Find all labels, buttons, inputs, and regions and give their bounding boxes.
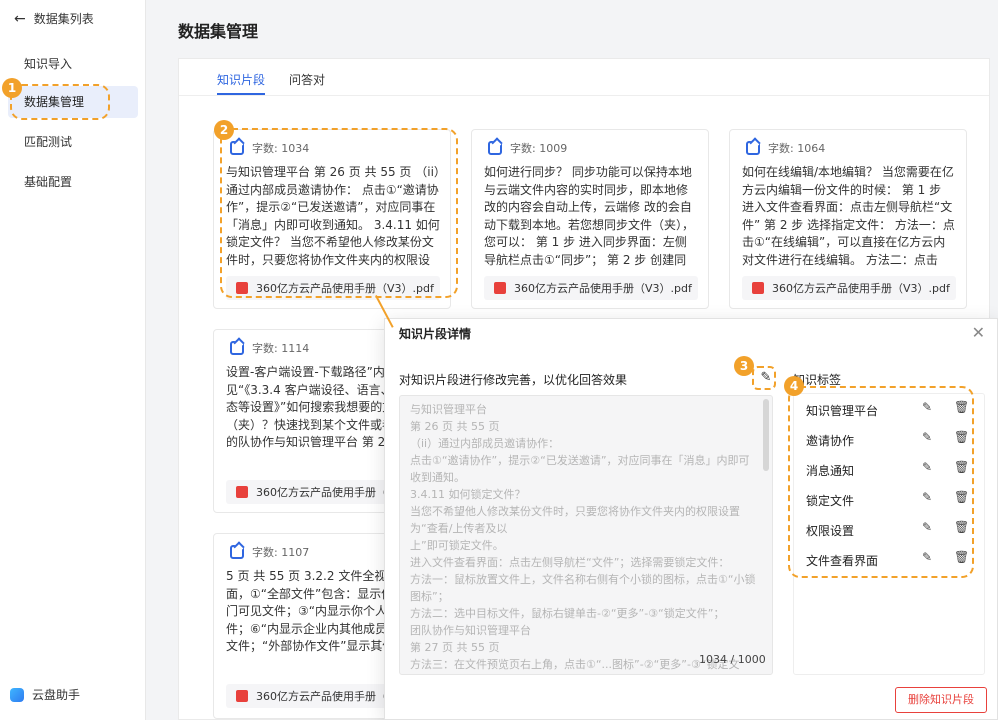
fragment-line: 团队协作与知识管理平台 <box>410 624 531 637</box>
highlight-outline <box>10 84 110 120</box>
word-count: 字数: 1064 <box>768 142 826 155</box>
char-counter: 1034 / 1000 <box>699 653 766 666</box>
assistant-icon <box>10 687 24 702</box>
step-marker: 3 <box>734 356 754 376</box>
card-header: 字数: 1064 <box>746 140 825 156</box>
card-text: 如何在线编辑/本地编辑？ 当您需要在亿方云内编辑一份文件的时候： 第 1 步 进… <box>742 165 955 267</box>
fragment-line: 与知识管理平台 <box>410 403 487 416</box>
fragment-line: 方法二：选中目标文件，鼠标右键单击-②“更多”-③“锁定文件”； <box>410 607 725 620</box>
delete-fragment-button[interactable]: 删除知识片段 <box>895 687 987 713</box>
dialog-title: 知识片段详情 <box>399 327 472 341</box>
fragment-line: 第 26 页 共 55 页 <box>410 420 500 433</box>
card-header: 字数: 1114 <box>230 340 309 356</box>
tab-knowledge-fragments[interactable]: 知识片段 <box>217 71 265 88</box>
fragment-icon <box>488 141 502 155</box>
arrow-left-icon: ← <box>14 10 26 27</box>
fragment-line: 当您不希望他人修改某份文件时，只要您将协作文件夹内的权限设置为“查看/上传者及以 <box>410 505 740 535</box>
card-text: 如何进行同步？ 同步功能可以保持本地与云端文件内容的实时同步，即本地修改的内容会… <box>484 165 695 267</box>
fragment-textarea[interactable]: 与知识管理平台 第 26 页 共 55 页 （ii）通过内部成员邀请协作： 点击… <box>399 395 773 675</box>
source-file[interactable]: 360亿方云产品使用手册（V3）.pdf <box>742 276 956 300</box>
pdf-icon <box>236 690 248 702</box>
word-count: 字数: 1009 <box>510 142 568 155</box>
sidebar-item-basic-config[interactable]: 基础配置 <box>8 166 138 198</box>
step-marker: 4 <box>784 376 804 396</box>
fragment-line: 3.4.11 如何锁定文件？ <box>410 488 526 501</box>
cloud-assistant[interactable]: 云盘助手 <box>10 686 80 703</box>
fragment-icon <box>746 141 760 155</box>
pdf-icon <box>494 282 506 294</box>
sidebar-item-knowledge-import[interactable]: 知识导入 <box>8 48 138 80</box>
tab-qa-pairs[interactable]: 问答对 <box>289 71 325 88</box>
sidebar-item-match-test[interactable]: 匹配测试 <box>8 126 138 158</box>
word-count: 字数: 1107 <box>252 546 310 559</box>
fragment-line: 点击①“邀请协作”，提示②“已发送邀请”，对应同事在「消息」内即可收到通知。 <box>410 454 750 484</box>
assistant-label: 云盘助手 <box>32 688 81 702</box>
fragment-icon <box>230 341 244 355</box>
fragment-line: 上”即可锁定文件。 <box>410 539 504 552</box>
highlight-outline <box>752 366 776 390</box>
source-file[interactable]: 360亿方云产品使用手册（V3）.pdf <box>484 276 698 300</box>
close-icon[interactable]: ✕ <box>972 323 985 342</box>
knowledge-card[interactable]: 字数: 1009 如何进行同步？ 同步功能可以保持本地与云端文件内容的实时同步，… <box>471 129 709 309</box>
word-count: 字数: 1114 <box>252 342 310 355</box>
file-name: 360亿方云产品使用手册（V3）.pdf <box>772 282 950 295</box>
card-header: 字数: 1107 <box>230 544 309 560</box>
page-title: 数据集管理 <box>178 22 259 41</box>
card-header: 字数: 1009 <box>488 140 567 156</box>
step-marker: 2 <box>214 120 234 140</box>
highlight-outline <box>220 128 458 298</box>
scrollbar-thumb[interactable] <box>763 399 769 471</box>
knowledge-card[interactable]: 字数: 1064 如何在线编辑/本地编辑？ 当您需要在亿方云内编辑一份文件的时候… <box>729 129 967 309</box>
step-marker: 1 <box>2 78 22 98</box>
fragment-line: （ii）通过内部成员邀请协作： <box>410 437 560 450</box>
pdf-icon <box>752 282 764 294</box>
fragment-line: 方法一：鼠标放置文件上，文件名称右侧有个小锁的图标，点击①“小锁图标”； <box>410 573 756 603</box>
back-to-dataset-list[interactable]: ← 数据集列表 <box>14 10 94 27</box>
pdf-icon <box>236 486 248 498</box>
fragment-icon <box>230 545 244 559</box>
dialog-subtitle: 对知识片段进行修改完善，以优化回答效果 <box>399 373 628 387</box>
highlight-outline <box>788 386 974 578</box>
tabs-divider <box>179 95 989 96</box>
fragment-line: 进入文件查看界面：点击左侧导航栏“文件”；选择需要锁定文件： <box>410 556 730 569</box>
back-label: 数据集列表 <box>33 12 94 26</box>
active-tab-underline <box>217 93 265 95</box>
file-name: 360亿方云产品使用手册（V3）.pdf <box>514 282 692 295</box>
